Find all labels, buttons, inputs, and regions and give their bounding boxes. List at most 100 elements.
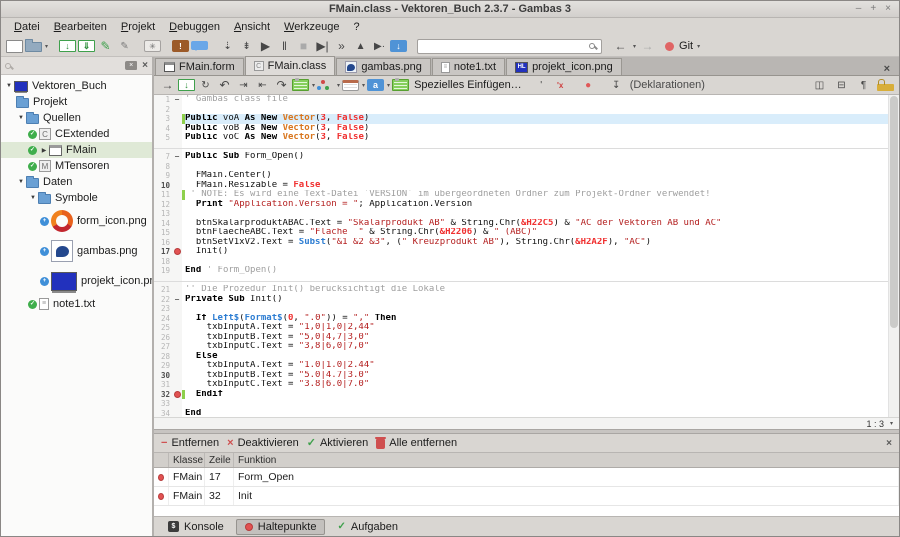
procedures-icon[interactable] (317, 80, 334, 91)
code-line[interactable]: 27 txbInputC.Text = "3,8|6,0|7,0" (154, 342, 899, 352)
code-line[interactable]: 12 Print "Application.Version = "; Appli… (154, 200, 899, 210)
line-number[interactable]: 4 (154, 124, 172, 134)
line-number[interactable]: 13 (154, 209, 172, 219)
fold-marker-icon[interactable]: − (172, 152, 182, 162)
remove-breakpoint-button[interactable]: −Entfernen (161, 437, 219, 449)
unindent-icon[interactable]: ⇤ (254, 77, 271, 94)
line-number[interactable]: 16 (154, 238, 172, 248)
status-caret-icon[interactable]: ▾ (890, 420, 893, 427)
dropdown-caret-icon[interactable]: ▾ (362, 82, 365, 89)
git-caret-icon[interactable]: ▾ (697, 43, 700, 50)
tree-item-symbole[interactable]: ▼Symbole (1, 190, 152, 206)
dropdown-caret-icon[interactable]: ▾ (45, 43, 48, 50)
pause-icon[interactable]: ‖ (276, 38, 293, 55)
close-button[interactable]: × (885, 4, 891, 14)
line-number[interactable]: 15 (154, 228, 172, 238)
code-line[interactable] (154, 143, 899, 153)
menu-item-werkzeuge[interactable]: Werkzeuge (277, 20, 346, 34)
dropdown-caret-icon[interactable]: ▾ (337, 82, 340, 89)
code-line[interactable]: 24 If Left$(Format$(0, ".0")) = "," Then (154, 314, 899, 324)
new-file-icon[interactable] (6, 40, 23, 53)
git-menu-label[interactable]: Git (679, 40, 693, 52)
tree-item-cextended[interactable]: ✓CCExtended (1, 126, 152, 142)
disable-breakpoint-button[interactable]: ×Deaktivieren (227, 437, 299, 449)
line-number[interactable]: 2 (154, 105, 172, 115)
dropdown-caret-icon[interactable]: ▾ (633, 43, 636, 50)
line-number[interactable]: 32 (154, 390, 172, 400)
finish-all-icon[interactable]: ⇟ (238, 38, 255, 55)
menu-item-datei[interactable]: Datei (7, 20, 47, 34)
fold-marker-icon[interactable]: − (172, 95, 182, 105)
code-line[interactable]: 16 btnSetV1xV2.Text = Subst("&1 &2 &3", … (154, 238, 899, 248)
tab-aufgaben[interactable]: ✓Aufgaben (328, 519, 407, 535)
code-line[interactable] (154, 276, 899, 286)
code-line[interactable]: 29 txbInputA.Text = "1.0|1.0|2.44" (154, 361, 899, 371)
menu-item-bearbeiten[interactable]: Bearbeiten (47, 20, 114, 34)
column-header-zeile[interactable]: Zeile (205, 453, 234, 467)
code-line[interactable]: 26 txbInputB.Text = "5,0|4,7|3,0" (154, 333, 899, 343)
close-tab-icon[interactable]: × (875, 63, 899, 75)
column-header-klasse[interactable]: Klasse (169, 453, 205, 467)
breakpoint-row[interactable]: FMain17Form_Open (154, 468, 899, 487)
code-line[interactable]: 28 Else (154, 352, 899, 362)
save-all-icon[interactable]: ⇓ (78, 40, 95, 52)
line-number[interactable]: 33 (154, 399, 172, 409)
tree-item-form-icon-png[interactable]: +form_icon.png (1, 206, 152, 236)
tab-note1-txt[interactable]: ≡note1.txt (432, 58, 505, 75)
run-until-icon[interactable]: ▶· (371, 38, 388, 55)
paste-clipboard-icon[interactable] (292, 79, 309, 91)
eject-icon[interactable]: ▲ (352, 38, 369, 55)
expander-icon[interactable]: ▼ (4, 83, 14, 89)
code-line[interactable]: 5Public voC As New Vector(3, False) (154, 133, 899, 143)
line-number[interactable]: 34 (154, 409, 172, 418)
step-into-icon[interactable]: ▶| (314, 38, 331, 55)
dropdown-caret-icon[interactable]: ▾ (387, 82, 390, 89)
line-number[interactable]: 18 (154, 257, 172, 267)
translate-icon[interactable]: ! (172, 40, 189, 52)
code-line[interactable]: 22−Private Sub Init() (154, 295, 899, 305)
line-number[interactable]: 26 (154, 333, 172, 343)
compile-all-icon[interactable]: ✎ (116, 38, 133, 55)
code-line[interactable]: 1−' Gambas class file (154, 95, 899, 105)
tree-item-daten[interactable]: ▼Daten (1, 174, 152, 190)
tree-item-mtensoren[interactable]: ✓MMTensoren (1, 158, 152, 174)
line-number[interactable]: 21 (154, 285, 172, 295)
goto-line-icon[interactable]: → (159, 77, 176, 94)
pilcrow-icon[interactable]: ¶ (855, 77, 872, 94)
line-number[interactable]: 17 (154, 247, 172, 257)
redo-icon[interactable]: ↷ (273, 77, 290, 94)
scrollbar-thumb[interactable] (890, 96, 898, 328)
fold-marker-icon[interactable]: − (172, 295, 182, 305)
code-line[interactable]: 18 (154, 257, 899, 267)
line-number[interactable]: 31 (154, 380, 172, 390)
finish-current-function-icon[interactable]: ⇣ (219, 38, 236, 55)
column-header-funktion[interactable]: Funktion (234, 453, 899, 467)
close-panel-icon[interactable]: × (886, 438, 892, 449)
line-number[interactable]: 27 (154, 342, 172, 352)
tree-item-fmain[interactable]: ✓▶FMain (1, 142, 152, 158)
line-number[interactable]: 12 (154, 200, 172, 210)
tab-gambas-png[interactable]: gambas.png (336, 58, 431, 75)
editor-scrollbar[interactable] (888, 95, 899, 417)
code-line[interactable]: 34End (154, 409, 899, 418)
line-number[interactable]: 7 (154, 152, 172, 162)
tab-konsole[interactable]: $Konsole (159, 519, 233, 535)
code-line[interactable]: 33 (154, 399, 899, 409)
line-number[interactable]: 3 (154, 114, 172, 124)
line-number[interactable]: 5 (154, 133, 172, 143)
indent-icon[interactable]: ⇥ (235, 77, 252, 94)
code-line[interactable]: 32 Endif (154, 390, 899, 400)
line-number[interactable] (154, 276, 172, 286)
tree-item-vektoren-buch[interactable]: ▼Vektoren_Buch (1, 78, 152, 94)
code-line[interactable]: 11 ' NOTE: Es wird eine Text-Datei `VERS… (154, 190, 899, 200)
line-number[interactable]: 11 (154, 190, 172, 200)
code-editor[interactable]: 1−' Gambas class file23Public voA As New… (154, 95, 899, 417)
undo-icon[interactable]: ↶ (216, 77, 233, 94)
project-properties-icon[interactable]: ✳ (144, 40, 161, 52)
comment-icon[interactable]: ' (533, 77, 550, 94)
menu-item-projekt[interactable]: Projekt (114, 20, 162, 34)
split-horizontal-icon[interactable]: ⊟ (833, 77, 850, 94)
search-input[interactable] (418, 40, 601, 52)
enable-breakpoint-button[interactable]: ✓Aktivieren (307, 437, 369, 449)
remove-all-breakpoints-button[interactable]: Alle entfernen (376, 437, 457, 449)
